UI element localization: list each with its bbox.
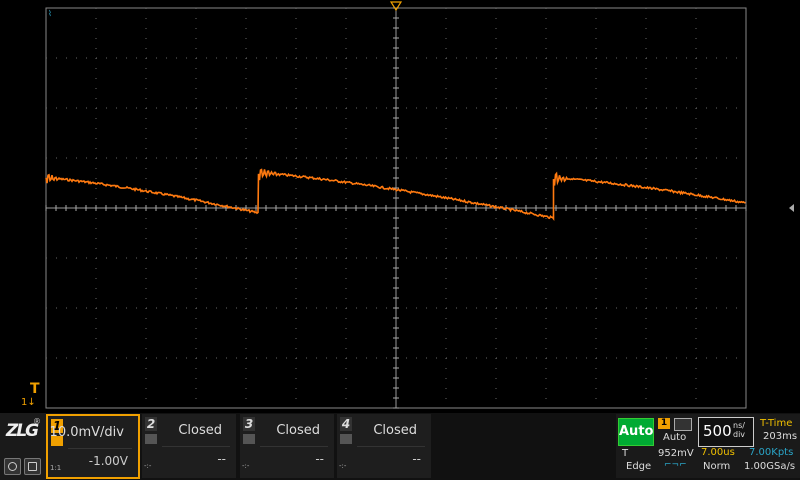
channel-4-probe-ratio: -:- (339, 462, 347, 470)
waveform-display[interactable]: ⌇ (0, 0, 800, 480)
channel-1-scale: 10.0mV/div (49, 425, 124, 440)
trigger-channel-marker: 1↓ (21, 397, 36, 408)
acquisition-mode[interactable]: Norm (703, 461, 730, 472)
channel-1-panel[interactable]: 1 1:1 10.0mV/div -1.00V (46, 414, 140, 479)
trigger-source-channel[interactable]: 1 (658, 418, 670, 429)
channel-3-panel[interactable]: 3 -:- Closed -- (240, 414, 334, 478)
trigger-level-arrow (789, 204, 794, 212)
channel-2-divider (162, 446, 230, 447)
channel-2-number: 2 (145, 417, 157, 431)
channel-4-divider (357, 446, 425, 447)
channel-4-offset: -- (412, 452, 421, 466)
oscilloscope-screen: ⌇ T 1↓ ZLG ® 1 1:1 10.0mV/div -1.00V 2 -… (0, 0, 800, 480)
channel-2-coupling-icon (145, 434, 157, 444)
screenshot-tool-icon[interactable] (24, 458, 41, 475)
screen-markers: ⌇ (48, 1, 794, 212)
trigger-mode-label: Auto (663, 432, 687, 443)
timebase-box[interactable]: 500 ns/ div (698, 417, 754, 447)
channel-1-offset: -1.00V (88, 454, 128, 468)
channel-3-state: Closed (276, 423, 320, 438)
channel-4-panel[interactable]: 4 -:- Closed -- (337, 414, 431, 478)
channel-2-offset: -- (217, 452, 226, 466)
run-mode-indicator[interactable]: Auto (618, 418, 654, 446)
trigger-marker-label: T (30, 381, 40, 397)
trigger-time-value: 203ms (763, 431, 798, 442)
trigger-level[interactable]: 952mV (658, 448, 694, 459)
channel-3-offset: -- (315, 452, 324, 466)
channel-2-state: Closed (178, 423, 222, 438)
trigger-time-label: T-Time (760, 418, 793, 429)
channel-2-panel[interactable]: 2 -:- Closed -- (142, 414, 236, 478)
ground-marker-icon: ⌇ (48, 9, 52, 18)
trigger-type[interactable]: Edge (626, 461, 651, 472)
channel-3-divider (260, 446, 328, 447)
channel-3-probe-ratio: -:- (242, 462, 250, 470)
timebase-unit-top: ns/ (733, 421, 745, 430)
trigger-position-marker[interactable]: T (30, 381, 40, 397)
trigger-level-prefix: T (622, 448, 629, 459)
channel-3-coupling-icon (243, 434, 255, 444)
channel-4-number: 4 (340, 417, 352, 431)
trigger-mode-icon[interactable] (674, 418, 692, 431)
registered-mark: ® (33, 417, 41, 426)
timebase-unit-bottom: div (733, 430, 746, 439)
channel-4-coupling-icon (340, 434, 352, 444)
channel-3-number: 3 (243, 417, 255, 431)
channel-1-divider (68, 448, 132, 449)
channel-4-state: Closed (373, 423, 417, 438)
channel-1-probe-ratio: 1:1 (50, 464, 62, 472)
memory-depth: 7.00Kpts (749, 447, 794, 458)
timebase-unit: ns/ div (733, 421, 745, 439)
channel-2-probe-ratio: -:- (144, 462, 152, 470)
measure-tool-icon[interactable] (4, 458, 21, 475)
graticule-grid (45, 7, 747, 409)
horizontal-delay[interactable]: 7.00us (701, 447, 735, 458)
edge-slope-icon: ⌐¬⌐ (664, 460, 687, 470)
sample-rate: 1.00GSa/s (744, 461, 796, 472)
timebase-value: 500 (703, 422, 732, 440)
